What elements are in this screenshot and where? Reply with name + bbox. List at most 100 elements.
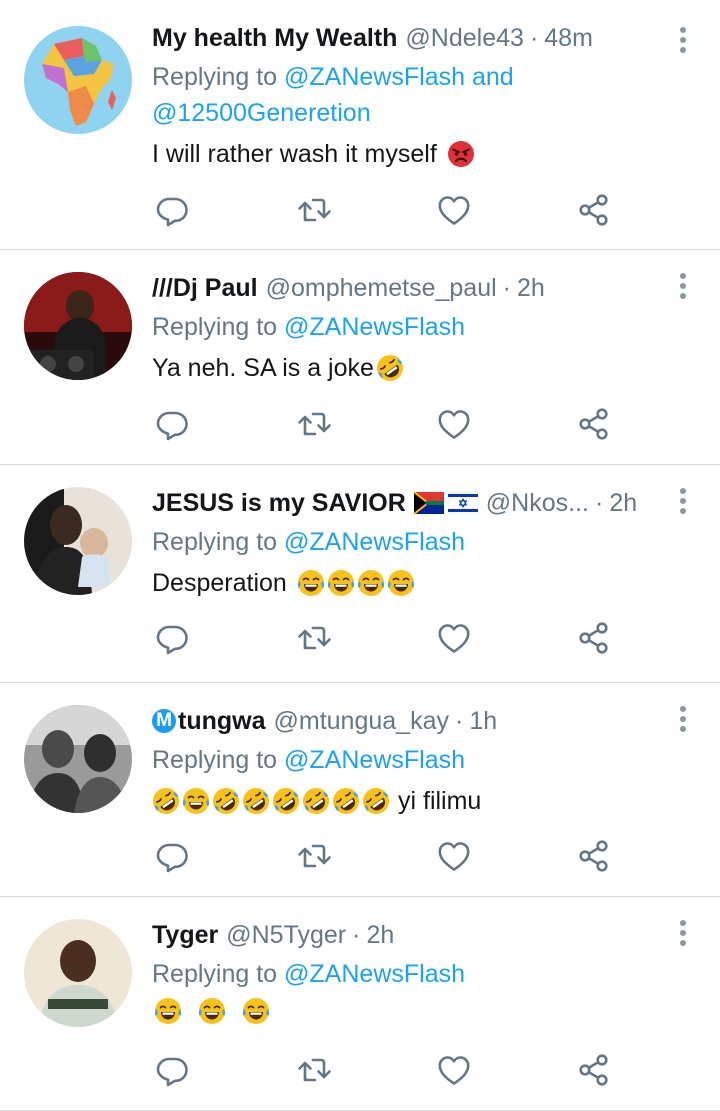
timestamp[interactable]: 2h — [609, 487, 637, 519]
like-heart-icon[interactable] — [436, 1052, 472, 1088]
avatar[interactable] — [24, 705, 132, 813]
tweet-reply[interactable]: JESUS is my SAVIOR @Nkos... · 2h Replyin… — [0, 465, 720, 683]
tweet-reply[interactable]: ///Dj Paul @omphemetse_paul · 2h Replyin… — [0, 250, 720, 465]
display-name[interactable]: ///Dj Paul — [152, 272, 258, 304]
dj-photo-avatar-image — [24, 272, 132, 380]
retweet-icon[interactable] — [296, 406, 332, 442]
share-icon[interactable] — [576, 192, 612, 228]
separator-dot: · — [502, 274, 511, 302]
user-handle[interactable]: @Nkos... — [486, 487, 589, 519]
user-handle[interactable]: @Ndele43 — [405, 22, 524, 54]
rolling-laughing-emoji-icon — [332, 787, 360, 815]
retweet-icon[interactable] — [296, 1052, 332, 1088]
retweet-icon[interactable] — [296, 620, 332, 656]
tweet-body: yi filimu — [398, 787, 482, 815]
rolling-laughing-emoji-icon — [302, 787, 330, 815]
retweet-icon[interactable] — [296, 192, 332, 228]
share-icon[interactable] — [576, 406, 612, 442]
separator-dot: · — [454, 707, 464, 735]
like-heart-icon[interactable] — [436, 192, 472, 228]
replying-to: Replying to @ZANewsFlash — [152, 956, 652, 992]
retweet-icon[interactable] — [296, 838, 332, 874]
reply-icon[interactable] — [154, 192, 190, 228]
tweet-reply[interactable]: My health My Wealth @Ndele43 · 48m Reply… — [0, 0, 720, 250]
replying-to: Replying to @ZANewsFlash — [152, 309, 652, 345]
more-options-icon[interactable] — [676, 919, 690, 947]
tweet-body: Desperation — [152, 569, 287, 597]
share-icon[interactable] — [576, 838, 612, 874]
avatar[interactable] — [24, 26, 132, 134]
replying-to-label: Replying to — [152, 960, 278, 988]
tweet-text: Ya neh. SA is a joke — [152, 350, 652, 386]
tweet-header: Tyger @N5Tyger · 2h — [152, 919, 652, 951]
tweet-reply[interactable]: Tyger @N5Tyger · 2h Replying to @ZANewsF… — [0, 897, 720, 1111]
tweet-actions — [152, 192, 632, 228]
rolling-laughing-emoji-icon — [362, 787, 390, 815]
like-heart-icon[interactable] — [436, 838, 472, 874]
tears-of-joy-emoji-icon — [198, 997, 226, 1025]
like-heart-icon[interactable] — [436, 406, 472, 442]
user-handle[interactable]: @mtungua_kay — [274, 705, 449, 737]
mention-link[interactable]: @ZANewsFlash — [284, 528, 465, 556]
avatar[interactable] — [24, 919, 132, 1027]
share-icon[interactable] — [576, 1052, 612, 1088]
tweet-reply[interactable]: M tungwa @mtungua_kay · 1h Replying to @… — [0, 683, 720, 897]
replying-to: Replying to @ZANewsFlash — [152, 742, 652, 778]
rolling-laughing-emoji-icon — [376, 354, 404, 382]
mention-link[interactable]: @ZANewsFlash — [284, 313, 465, 341]
user-handle[interactable]: @N5Tyger — [226, 919, 346, 951]
tears-of-joy-emoji-icon — [154, 997, 182, 1025]
two-people-avatar-image — [24, 705, 132, 813]
tweet-text — [152, 997, 652, 1025]
share-icon[interactable] — [576, 620, 612, 656]
tweet-actions — [152, 620, 632, 656]
south-africa-flag-icon — [413, 492, 444, 514]
tweet-replies-feed: My health My Wealth @Ndele43 · 48m Reply… — [0, 0, 720, 1111]
timestamp[interactable]: 1h — [469, 705, 497, 737]
timestamp[interactable]: 2h — [517, 272, 545, 304]
tears-of-joy-emoji-icon — [357, 569, 385, 597]
mention-link[interactable]: @ZANewsFlash — [284, 746, 465, 774]
tweet-actions — [152, 406, 632, 442]
avatar[interactable] — [24, 487, 132, 595]
israel-flag-icon — [447, 492, 478, 514]
replying-to-label: Replying to — [152, 528, 278, 556]
replying-to-label: Replying to — [152, 63, 278, 91]
timestamp[interactable]: 48m — [544, 22, 593, 54]
more-options-icon[interactable] — [676, 487, 690, 515]
timestamp[interactable]: 2h — [366, 919, 394, 951]
mention-link[interactable]: @12500Generetion — [152, 99, 371, 127]
avatar[interactable] — [24, 272, 132, 380]
display-name[interactable]: tungwa — [178, 705, 266, 737]
tears-of-joy-emoji-icon — [297, 569, 325, 597]
rolling-laughing-emoji-icon — [152, 787, 180, 815]
more-options-icon[interactable] — [676, 705, 690, 733]
mention-link[interactable]: @ZANewsFlash — [284, 960, 465, 988]
rolling-laughing-emoji-icon — [212, 787, 240, 815]
reply-icon[interactable] — [154, 838, 190, 874]
mention-link[interactable]: @ZANewsFlash and — [284, 63, 514, 91]
display-name[interactable]: JESUS is my SAVIOR — [152, 487, 406, 519]
africa-map-avatar-image — [24, 26, 132, 134]
tweet-header: M tungwa @mtungua_kay · 1h — [152, 705, 652, 737]
display-name[interactable]: Tyger — [152, 919, 218, 951]
more-options-icon[interactable] — [676, 272, 690, 300]
reply-icon[interactable] — [154, 620, 190, 656]
tweet-text: yi filimu — [152, 783, 652, 819]
reply-icon[interactable] — [154, 1052, 190, 1088]
tears-of-joy-emoji-icon — [327, 569, 355, 597]
like-heart-icon[interactable] — [436, 620, 472, 656]
replying-to-label: Replying to — [152, 746, 278, 774]
tweet-actions — [152, 1052, 632, 1088]
tears-of-joy-emoji-icon — [387, 569, 415, 597]
man-portrait-avatar-image — [24, 919, 132, 1027]
separator-dot: · — [352, 921, 361, 949]
m-badge-icon: M — [152, 709, 176, 733]
angry-face-emoji-icon — [447, 140, 475, 168]
user-handle[interactable]: @omphemetse_paul — [266, 272, 497, 304]
tweet-header: ///Dj Paul @omphemetse_paul · 2h — [152, 272, 652, 304]
replying-to-label: Replying to — [152, 313, 278, 341]
reply-icon[interactable] — [154, 406, 190, 442]
display-name[interactable]: My health My Wealth — [152, 22, 397, 54]
more-options-icon[interactable] — [676, 26, 690, 54]
